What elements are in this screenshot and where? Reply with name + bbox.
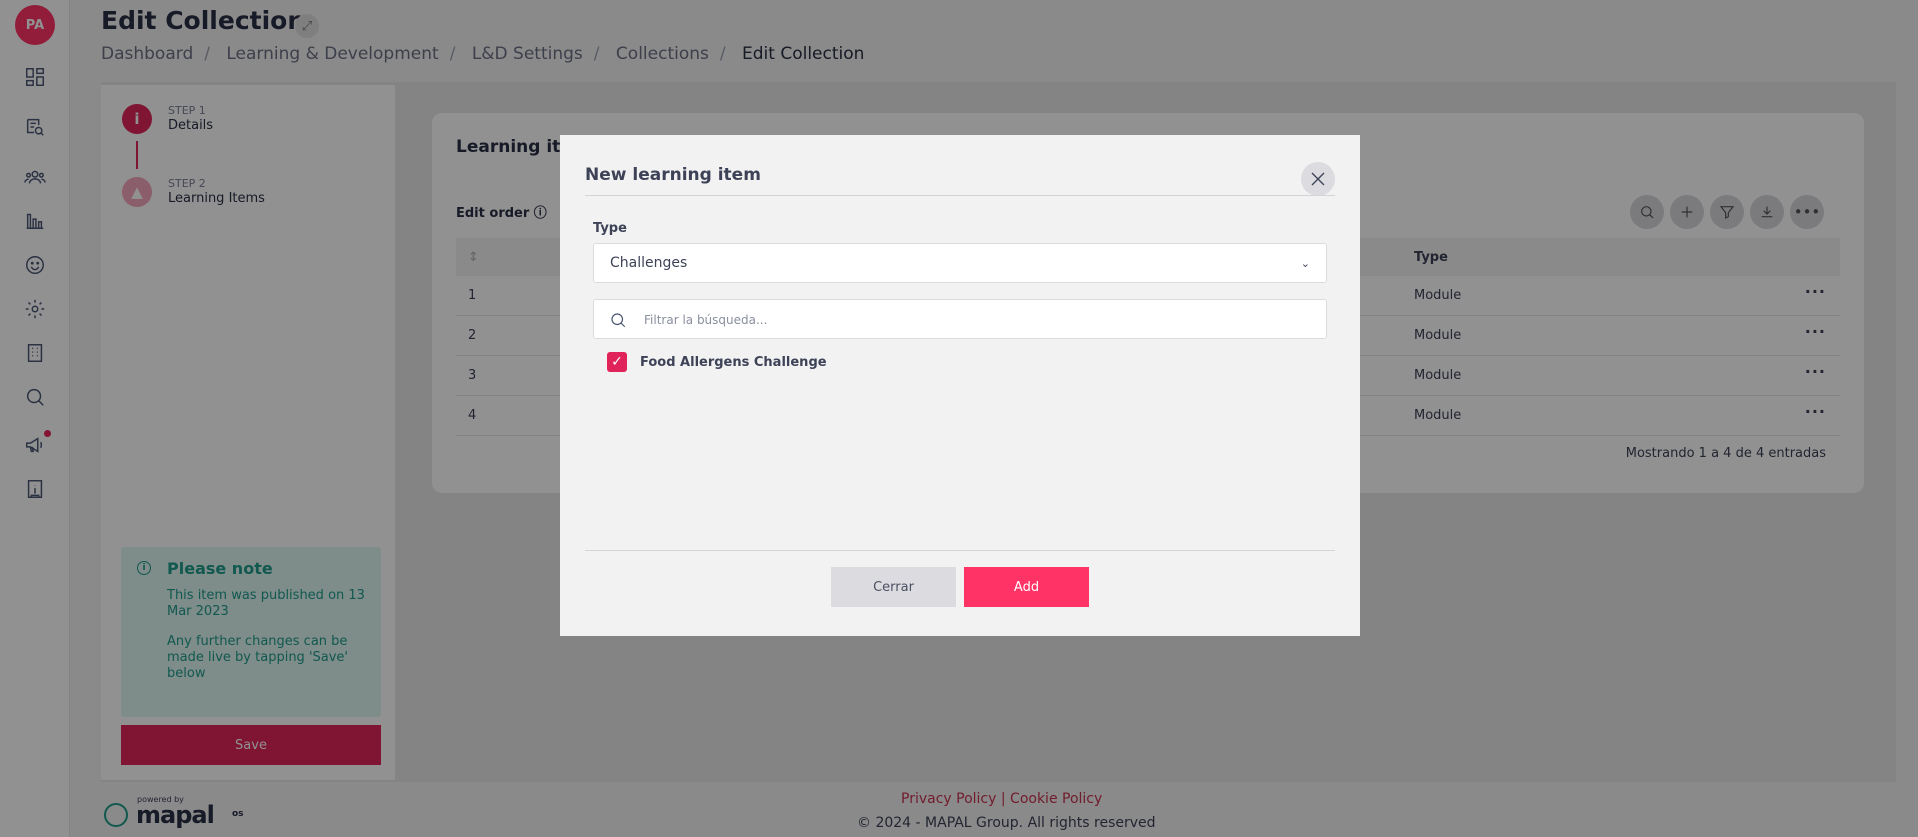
checkbox[interactable]: ✓ xyxy=(607,352,627,372)
type-label: Type xyxy=(593,221,627,236)
search-field xyxy=(593,299,1327,339)
cancel-button[interactable]: Cerrar xyxy=(831,567,956,607)
divider xyxy=(585,550,1335,551)
item-label: Food Allergens Challenge xyxy=(640,354,827,370)
list-item[interactable]: ✓ Food Allergens Challenge xyxy=(607,352,827,372)
search-icon xyxy=(611,313,626,328)
modal-title: New learning item xyxy=(585,165,761,185)
chevron-down-icon: ⌄ xyxy=(1300,256,1310,270)
search-input[interactable] xyxy=(644,309,1304,331)
type-select[interactable]: Challenges ⌄ xyxy=(593,243,1327,283)
type-select-value: Challenges xyxy=(610,255,688,271)
close-icon[interactable] xyxy=(1301,162,1335,196)
new-learning-item-modal: New learning item Type Challenges ⌄ ✓ Fo… xyxy=(560,135,1360,636)
add-button[interactable]: Add xyxy=(964,567,1089,607)
divider xyxy=(585,195,1335,196)
